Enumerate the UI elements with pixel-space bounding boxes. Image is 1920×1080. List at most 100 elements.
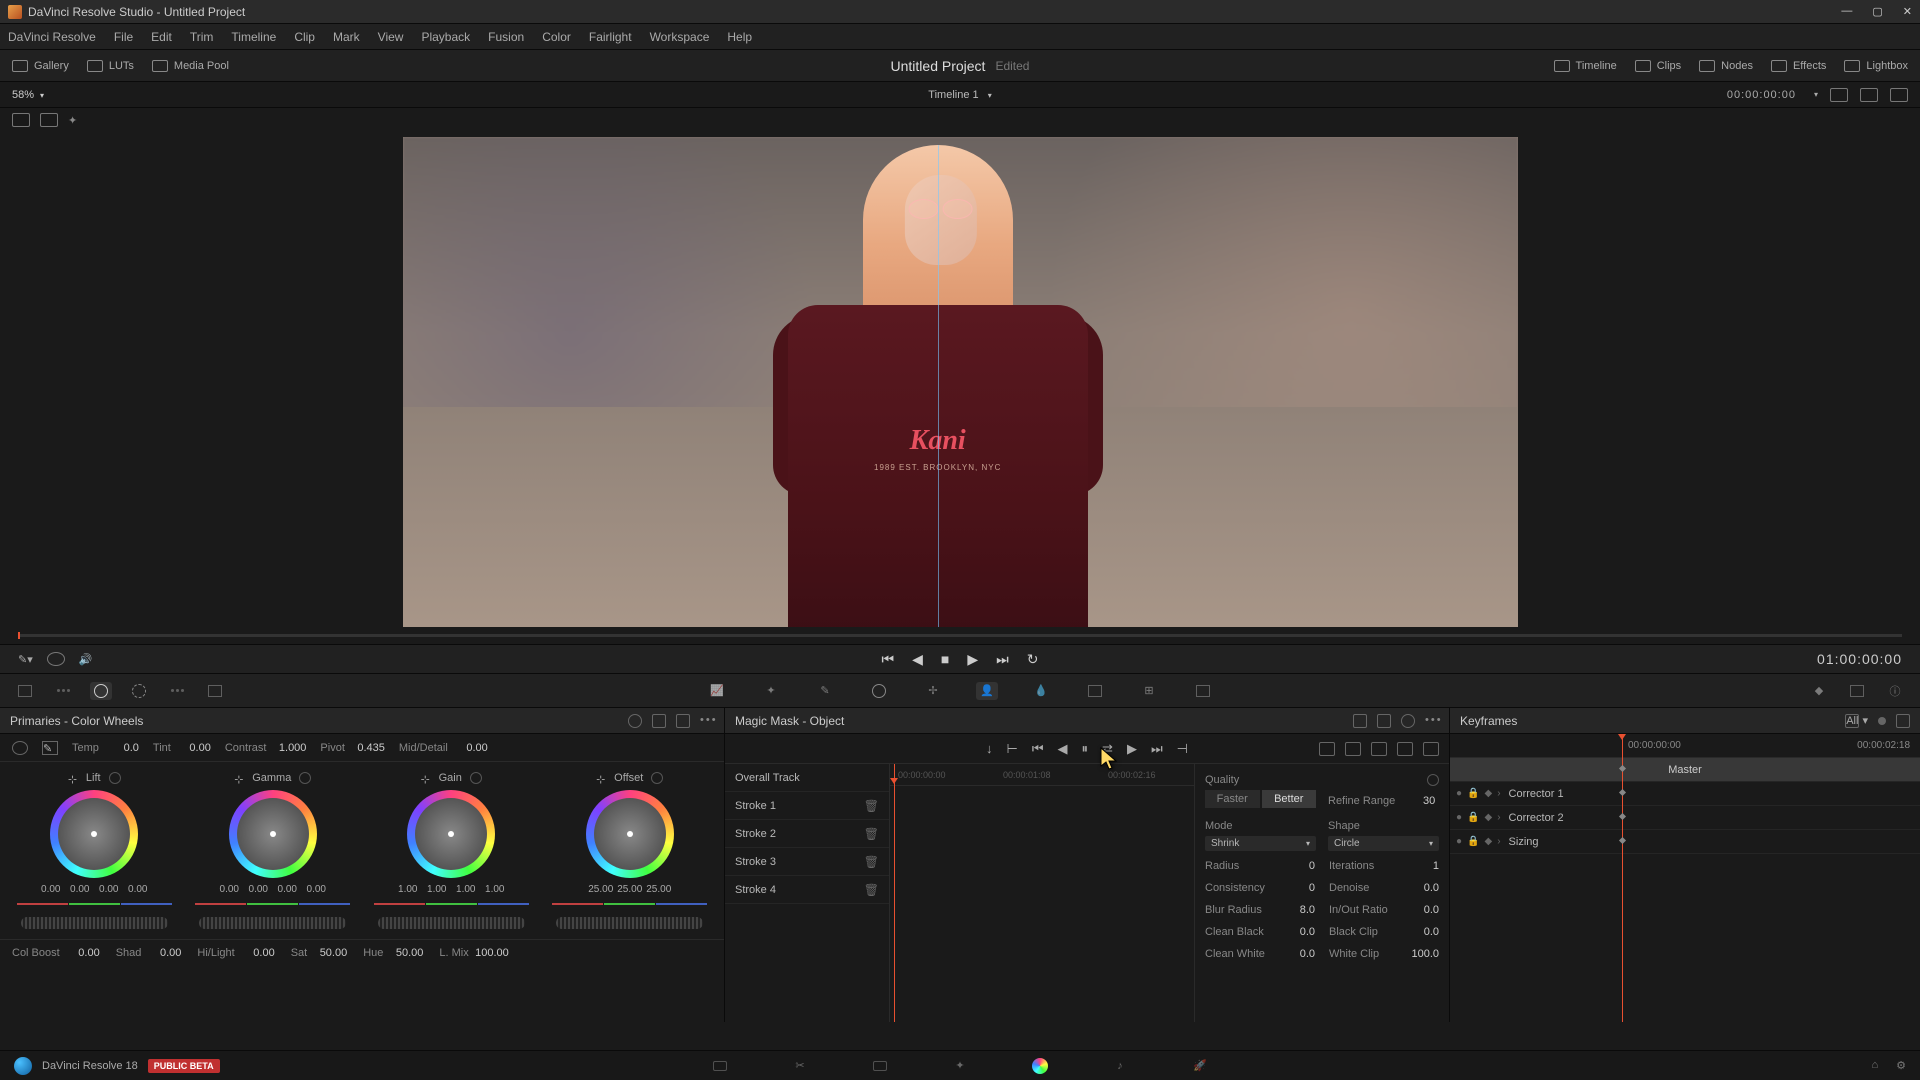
image-wipe-icon[interactable] [12,113,30,127]
tracker-icon[interactable]: ✢ [922,682,944,700]
warper-icon[interactable]: ✦ [760,682,782,700]
camera-raw-icon[interactable] [52,682,74,700]
track-stroke-3[interactable]: Stroke 3🗑 [725,848,889,876]
menu-fairlight[interactable]: Fairlight [589,30,632,44]
menu-workspace[interactable]: Workspace [650,30,710,44]
toolbar-luts[interactable]: LUTs [87,60,134,72]
split-view-icon[interactable] [40,113,58,127]
color-page-icon[interactable] [1030,1058,1050,1074]
mm-pause-icon[interactable]: ⏸ [1082,741,1089,757]
shape-select[interactable]: Circle▾ [1328,836,1439,851]
offset-reset-icon[interactable] [651,772,663,784]
menu-playback[interactable]: Playback [421,30,470,44]
menu-file[interactable]: File [114,30,133,44]
home-icon[interactable] [14,1057,32,1075]
picker-icon[interactable]: ✎ [42,741,58,755]
highlight-icon[interactable]: ✦ [68,114,77,127]
scopes-icon[interactable] [1846,682,1868,700]
offset-jog[interactable] [556,917,703,929]
mm-both-icon[interactable]: ⇄ [1102,741,1113,757]
sizing-icon[interactable]: ⊞ [1138,682,1160,700]
kf-expand-icon[interactable] [1896,714,1910,728]
lift-jog[interactable] [21,917,168,929]
curves-palette-icon[interactable] [14,682,36,700]
mm-invert-icon[interactable]: ↓ [986,741,993,756]
delete-2-icon[interactable]: 🗑 [864,827,879,841]
magic-mask-icon[interactable]: 👤 [976,682,998,700]
bypass-icon[interactable] [1830,88,1848,102]
menu-timeline[interactable]: Timeline [231,30,276,44]
offset-wheel[interactable] [586,790,674,878]
mute-icon[interactable]: 🔊 [79,653,93,666]
menu-trim[interactable]: Trim [190,30,214,44]
wheels-mode-icon[interactable] [628,714,642,728]
expand-icon[interactable] [1860,88,1878,102]
mm-prev-key-icon[interactable]: ⊢ [1007,741,1018,757]
mm-toggle-icon[interactable] [1397,742,1413,756]
menu-fusion[interactable]: Fusion [488,30,524,44]
toolbar-clips[interactable]: Clips [1635,60,1681,72]
gamma-jog[interactable] [199,917,346,929]
toolbar-lightbox[interactable]: Lightbox [1844,60,1908,72]
close-button[interactable]: ✕ [1903,5,1912,18]
menu-davinciresolve[interactable]: DaVinci Resolve [8,30,96,44]
primaries-menu-icon[interactable]: ••• [700,714,714,728]
mm-step-bwd-icon[interactable]: ◀ [1058,741,1068,757]
mode-select[interactable]: Shrink▾ [1205,836,1316,851]
motion-effects-icon[interactable] [204,682,226,700]
project-settings-icon[interactable]: ⚙ [1896,1059,1906,1072]
gain-picker-icon[interactable]: ⊹ [421,773,431,783]
bars-mode-icon[interactable] [652,714,666,728]
mm-wand-icon[interactable] [1319,742,1335,756]
loop-button[interactable]: ↻ [1027,651,1039,668]
mm-step-fwd-icon[interactable]: ▶ [1127,741,1137,757]
quality-faster[interactable]: Faster [1205,790,1260,808]
deliver-page-icon[interactable]: 🚀 [1190,1058,1210,1074]
track-stroke-4[interactable]: Stroke 4🗑 [725,876,889,904]
menu-clip[interactable]: Clip [294,30,315,44]
gamma-picker-icon[interactable]: ⊹ [234,773,244,783]
toolbar-nodes[interactable]: Nodes [1699,60,1753,72]
toolbar-effects[interactable]: Effects [1771,60,1826,72]
gamma-wheel[interactable] [229,790,317,878]
lift-reset-icon[interactable] [109,772,121,784]
fairlight-page-icon[interactable]: ♪ [1110,1058,1130,1074]
qualifier-icon[interactable]: ✎ [814,682,836,700]
gain-reset-icon[interactable] [470,772,482,784]
info-icon[interactable]: ⓘ [1884,682,1906,700]
keyframe-mode-icon[interactable]: ◆ [1808,682,1830,700]
last-frame-button[interactable]: ⏭ [996,651,1009,668]
qualifier-tool-icon[interactable]: ✎▾ [18,653,33,666]
minimize-button[interactable]: — [1841,5,1852,18]
lift-picker-icon[interactable]: ⊹ [68,773,78,783]
delete-3-icon[interactable]: 🗑 [864,855,879,869]
window-icon[interactable] [868,682,890,700]
blur-icon[interactable]: 💧 [1030,682,1052,700]
color-wheels-icon[interactable] [90,682,112,700]
play-button[interactable]: ▶ [967,651,978,668]
toolbar-mediapool[interactable]: Media Pool [152,60,229,72]
curves-icon[interactable]: 📈 [706,682,728,700]
toolbar-gallery[interactable]: Gallery [12,60,69,72]
project-manager-icon[interactable]: ⌂ [1871,1059,1878,1072]
prev-frame-button[interactable]: ◀ [912,651,923,668]
mm-menu-icon[interactable]: ••• [1425,714,1439,728]
rgb-mixer-icon[interactable] [166,682,188,700]
gain-wheel[interactable] [407,790,495,878]
mm-track-fwd-icon[interactable]: ⏭ [1151,741,1163,757]
timeline-dropdown[interactable]: Timeline 1 ▾ [928,89,991,101]
kf-eye-icon[interactable] [1878,717,1886,725]
quality-better[interactable]: Better [1262,790,1317,808]
log-mode-icon[interactable] [676,714,690,728]
delete-1-icon[interactable]: 🗑 [864,799,879,813]
zoom-dropdown[interactable]: 58%▾ [12,89,44,101]
mm-overlay-icon[interactable] [1371,742,1387,756]
maximize-button[interactable]: ▢ [1872,5,1882,18]
track-stroke-2[interactable]: Stroke 2🗑 [725,820,889,848]
mm-brush-icon[interactable] [1345,742,1361,756]
timecode-display[interactable]: 00:00:00:00 [1727,89,1796,101]
mm-next-key-icon[interactable]: ⊣ [1177,741,1188,757]
mini-scrubber[interactable] [0,632,1920,644]
auto-balance-icon[interactable] [12,741,28,755]
quality-reset-icon[interactable] [1427,774,1439,786]
